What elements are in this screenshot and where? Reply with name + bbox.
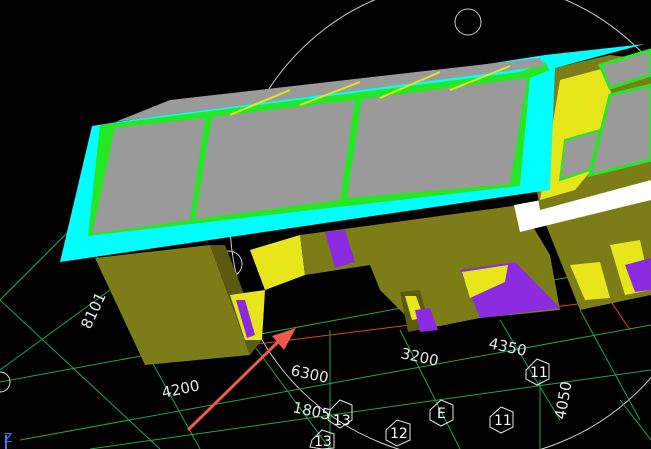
dim-4050: 4050 [551, 380, 575, 421]
roof-glass-pane-2[interactable] [195, 100, 355, 219]
axis-label-e: E [437, 406, 446, 422]
axis-label-11a: 11 [530, 365, 548, 381]
svg-text:Z: Z [4, 431, 12, 445]
model-canvas[interactable]: 8101 4200 6300 3200 4350 1805 4050 13 13… [0, 0, 651, 449]
dim-3200: 3200 [399, 344, 440, 370]
grid-red-line-2 [609, 299, 631, 331]
z-axis-icon: Z [4, 431, 12, 449]
dim-6300: 6300 [289, 361, 330, 387]
dim-4200: 4200 [160, 376, 201, 402]
axis-label-13a: 13 [333, 413, 351, 429]
3d-model-viewport[interactable]: 8101 4200 6300 3200 4350 1805 4050 13 13… [0, 0, 651, 449]
axis-label-13b: 13 [314, 434, 332, 449]
axis-label-11b: 11 [494, 413, 512, 429]
yellow-panel-upper[interactable] [250, 235, 305, 290]
axis-label-12: 12 [390, 426, 408, 442]
dim-4350: 4350 [487, 334, 528, 360]
orbit-handle-top[interactable] [454, 8, 482, 36]
axis-bubbles [309, 358, 550, 449]
